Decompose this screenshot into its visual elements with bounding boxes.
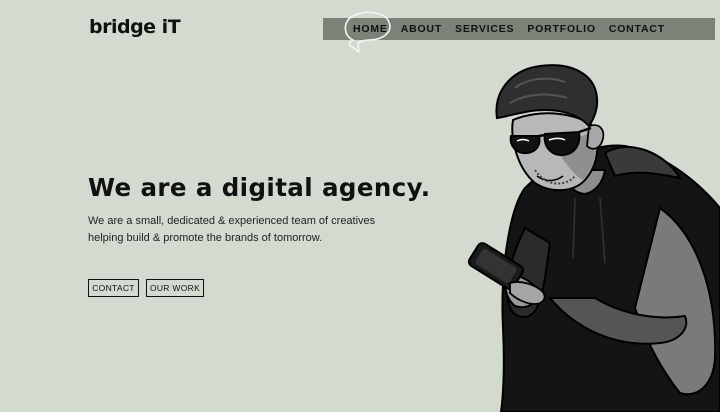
- hero-title: We are a digital agency.: [88, 173, 431, 202]
- nav-portfolio[interactable]: PORTFOLIO: [527, 23, 595, 35]
- brand-logo[interactable]: bridge iT: [89, 16, 181, 38]
- our-work-button[interactable]: OUR WORK: [146, 279, 204, 297]
- nav-about[interactable]: ABOUT: [401, 23, 442, 35]
- nav-contact[interactable]: CONTACT: [609, 23, 665, 35]
- contact-button[interactable]: CONTACT: [88, 279, 139, 297]
- nav-home[interactable]: HOME: [353, 23, 388, 35]
- main-nav: HOME ABOUT SERVICES PORTFOLIO CONTACT: [323, 18, 715, 40]
- nav-services[interactable]: SERVICES: [455, 23, 514, 35]
- hero-description: We are a small, dedicated & experienced …: [88, 215, 376, 244]
- man-with-phone-illustration: [467, 64, 720, 412]
